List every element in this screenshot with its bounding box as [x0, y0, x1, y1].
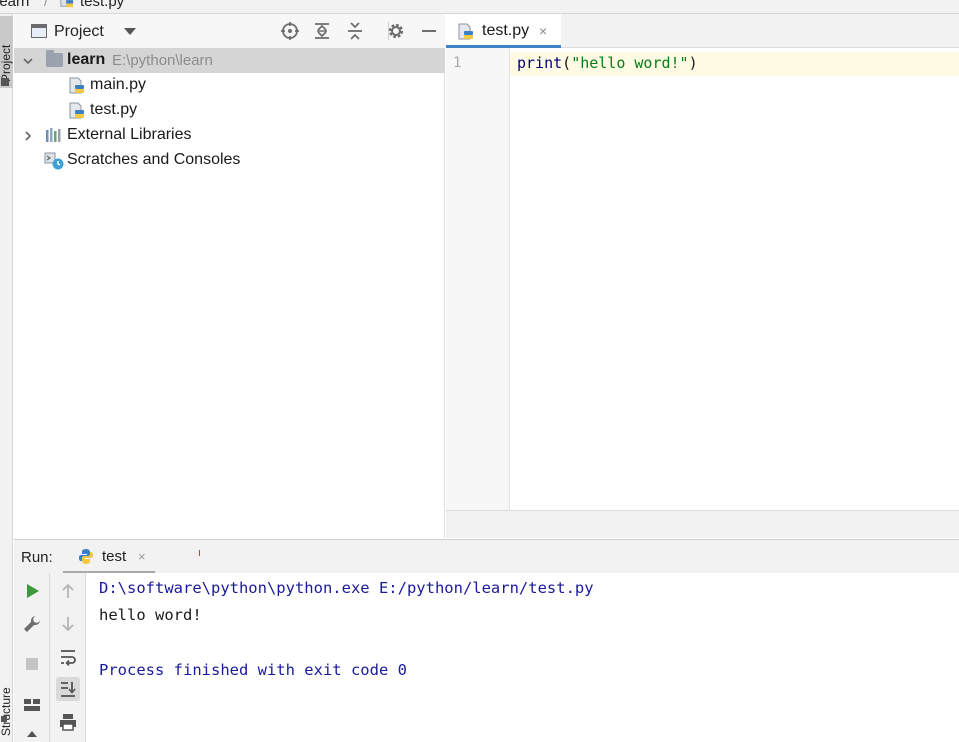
run-tab-label: test [102, 548, 127, 565]
python-file-icon [458, 23, 473, 40]
line-gutter: 1 [446, 48, 510, 510]
expand-all-icon[interactable] [312, 21, 332, 41]
code-editor[interactable]: 1 print("hello word!") [446, 48, 959, 510]
print-button[interactable] [56, 710, 80, 734]
tree-item-path: E:\python\learn [112, 52, 213, 69]
tree-item-label: main.py [90, 76, 147, 93]
stop-icon [26, 658, 38, 670]
code-paren-open: ( [562, 54, 572, 72]
caret-marker [199, 550, 200, 556]
close-icon[interactable]: × [138, 549, 146, 564]
left-tool-strip: Project Structure [0, 14, 13, 742]
pin-button[interactable] [20, 725, 44, 742]
collapse-all-icon[interactable] [345, 21, 365, 41]
chevron-down-icon[interactable] [124, 28, 136, 35]
play-icon [27, 584, 39, 598]
python-file-icon [60, 0, 74, 8]
tree-item-label: External Libraries [67, 126, 192, 143]
pin-icon [27, 731, 37, 737]
tree-item-learn[interactable]: learn E:\python\learn [14, 48, 445, 73]
locate-icon[interactable] [280, 21, 300, 41]
editor-tab-label: test.py [482, 22, 530, 39]
project-panel-title[interactable]: Project [54, 23, 104, 41]
python-file-icon [69, 102, 84, 119]
tree-item-external-libraries[interactable]: External Libraries [14, 123, 445, 148]
breadcrumb-project[interactable]: learn [0, 0, 29, 10]
printer-icon [60, 714, 76, 731]
python-file-icon [69, 77, 84, 94]
python-logo-icon [79, 549, 93, 564]
project-panel-header: Project [14, 14, 445, 48]
editor-tab-test-py[interactable]: test.py × [446, 14, 561, 48]
run-panel-header: Run: test × [14, 539, 959, 574]
layout-icon [24, 699, 40, 711]
code-paren-close: ) [688, 54, 698, 72]
run-toolbar-secondary [50, 573, 86, 742]
wrench-icon [24, 616, 40, 632]
structure-tool-tab[interactable]: Structure [0, 644, 13, 736]
project-view-icon [31, 24, 47, 38]
soft-wrap-icon [61, 650, 76, 667]
editor-tab-bar: test.py × [446, 14, 959, 48]
library-icon [46, 128, 61, 142]
gear-icon[interactable] [386, 21, 406, 41]
run-panel-label: Run: [21, 549, 53, 566]
tree-item-label: learn [67, 51, 106, 68]
project-tree: learn E:\python\learn main.py test.py Ex… [14, 48, 445, 538]
console-output-line: hello word! [99, 606, 202, 624]
tree-item-test-py[interactable]: test.py [14, 98, 445, 123]
soft-wrap-button[interactable] [56, 645, 80, 669]
code-function: print [517, 54, 563, 72]
breadcrumb-separator: / [44, 0, 49, 10]
structure-tool-icon [1, 716, 7, 722]
chevron-right-icon[interactable] [22, 129, 34, 141]
code-line[interactable]: print("hello word!") [517, 54, 698, 72]
stop-button[interactable] [20, 652, 44, 676]
breadcrumb: learn / test.py [0, 0, 959, 14]
chevron-down-icon[interactable] [22, 54, 34, 66]
tree-item-label: Scratches and Consoles [67, 151, 241, 168]
tree-item-label: test.py [90, 101, 138, 118]
scroll-down-button[interactable] [56, 612, 80, 636]
run-console[interactable]: D:\software\python\python.exe E:/python/… [86, 573, 959, 742]
line-number: 1 [453, 55, 462, 71]
arrow-down-icon [62, 617, 74, 632]
layout-button[interactable] [20, 693, 44, 717]
scroll-up-button[interactable] [56, 579, 80, 603]
breadcrumb-file[interactable]: test.py [80, 0, 124, 10]
tree-item-scratches[interactable]: Scratches and Consoles [14, 148, 445, 173]
run-tab-test[interactable]: test × [63, 540, 155, 574]
scratches-icon [44, 152, 64, 170]
scroll-to-end-button[interactable] [56, 677, 80, 701]
code-string: "hello word!" [571, 54, 689, 72]
close-icon[interactable]: × [539, 23, 547, 39]
run-toolbar-primary [14, 573, 50, 742]
folder-icon [46, 50, 63, 67]
editor-scroll-area [446, 510, 959, 538]
scroll-to-end-icon [61, 682, 76, 697]
tree-item-main-py[interactable]: main.py [14, 73, 445, 98]
rerun-button[interactable] [20, 579, 44, 603]
console-command-line: D:\software\python\python.exe E:/python/… [99, 579, 594, 597]
minimize-icon[interactable] [419, 21, 439, 41]
console-exit-line: Process finished with exit code 0 [99, 661, 407, 679]
project-tool-icon [1, 78, 9, 86]
edit-config-button[interactable] [20, 612, 44, 636]
arrow-up-icon [62, 583, 74, 598]
